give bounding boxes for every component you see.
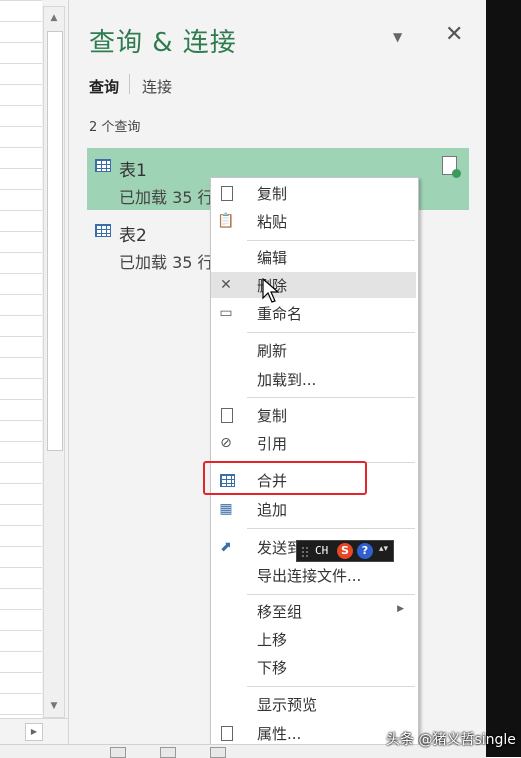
- menu-item-delete[interactable]: ✕ 删除: [211, 272, 416, 298]
- menu-item-move-up[interactable]: 上移: [211, 626, 416, 652]
- worksheet-grid[interactable]: [0, 0, 43, 718]
- menu-separator: [247, 240, 415, 241]
- menu-item-label: 加载到...: [257, 371, 317, 389]
- menu-item-reference[interactable]: ⊘ 引用: [211, 430, 416, 456]
- menu-item-label: 下移: [257, 659, 288, 677]
- menu-item-label: 导出连接文件...: [257, 567, 362, 585]
- menu-item-label: 移至组: [257, 603, 303, 621]
- query-count: 2 个查询: [89, 120, 141, 135]
- rename-icon: ▭: [219, 305, 233, 321]
- menu-item-show-preview[interactable]: 显示预览: [211, 691, 416, 717]
- ime-toolbar[interactable]: CH S ? ▴▾: [296, 540, 394, 562]
- menu-item-label: 复制: [257, 185, 288, 203]
- pane-title: 查询 & 连接: [89, 28, 237, 58]
- reference-icon: ⊘: [220, 435, 232, 451]
- menu-item-label: 引用: [257, 435, 288, 453]
- menu-separator: [247, 397, 415, 398]
- vertical-scrollbar[interactable]: ▲ ▼: [43, 6, 65, 718]
- delete-icon: ✕: [220, 277, 232, 293]
- menu-item-rename[interactable]: ▭ 重命名: [211, 300, 416, 326]
- properties-icon: [221, 726, 233, 741]
- menu-item-label: 编辑: [257, 249, 288, 267]
- page-break-icon[interactable]: [210, 747, 226, 758]
- pane-options-chevron-down-icon[interactable]: ▼: [393, 30, 402, 44]
- copy-icon: [221, 186, 233, 201]
- append-icon: ▦: [219, 501, 233, 517]
- mouse-cursor-icon: [262, 278, 280, 303]
- table-icon: [95, 224, 111, 237]
- menu-item-label: 重命名: [257, 305, 303, 323]
- table-icon: [95, 159, 111, 172]
- send-icon: ⬈: [220, 539, 232, 555]
- duplicate-icon: [221, 408, 233, 423]
- menu-item-edit[interactable]: 编辑: [211, 244, 416, 270]
- scroll-down-icon[interactable]: ▼: [47, 699, 61, 713]
- query-name: 表2: [119, 226, 147, 246]
- menu-item-duplicate[interactable]: 复制: [211, 402, 416, 428]
- menu-separator: [247, 528, 415, 529]
- scroll-up-icon[interactable]: ▲: [47, 11, 61, 25]
- menu-item-label: 上移: [257, 631, 288, 649]
- menu-item-paste[interactable]: 📋 粘贴: [211, 208, 416, 234]
- sogou-icon[interactable]: S: [337, 543, 353, 559]
- menu-item-label: 显示预览: [257, 696, 318, 714]
- menu-item-append[interactable]: ▦ 追加: [211, 496, 416, 522]
- menu-item-label: 属性...: [257, 725, 302, 743]
- horizontal-scrollbar[interactable]: ▶: [0, 718, 68, 745]
- query-status: 已加载 35 行: [119, 253, 214, 272]
- tab-queries[interactable]: 查询: [89, 76, 119, 97]
- scroll-right-icon[interactable]: ▶: [25, 723, 43, 741]
- menu-separator: [247, 686, 415, 687]
- page-layout-icon[interactable]: [160, 747, 176, 758]
- highlight-box: [203, 461, 367, 495]
- menu-item-label: 追加: [257, 501, 288, 519]
- menu-item-move-down[interactable]: 下移: [211, 654, 416, 680]
- menu-item-load-to[interactable]: 加载到...: [211, 366, 416, 392]
- ime-language[interactable]: CH: [315, 544, 328, 557]
- tab-divider: [129, 74, 130, 94]
- menu-separator: [247, 332, 415, 333]
- submenu-arrow-icon: ▶: [397, 604, 404, 614]
- menu-item-label: 刷新: [257, 342, 288, 360]
- window-frame: [486, 0, 521, 757]
- tab-connections[interactable]: 连接: [142, 76, 172, 97]
- paste-icon: 📋: [217, 213, 235, 229]
- refresh-file-icon[interactable]: [442, 156, 461, 178]
- query-name: 表1: [119, 161, 147, 181]
- menu-item-copy[interactable]: 复制: [211, 180, 416, 206]
- help-icon[interactable]: ?: [357, 543, 373, 559]
- scroll-thumb[interactable]: [47, 31, 63, 451]
- drag-handle-icon[interactable]: [301, 546, 309, 558]
- query-status: 已加载 35 行: [119, 188, 214, 207]
- pane-close-icon[interactable]: ✕: [445, 22, 463, 47]
- menu-item-label: 粘贴: [257, 213, 288, 231]
- menu-item-label: 复制: [257, 407, 288, 425]
- menu-item-refresh[interactable]: 刷新: [211, 337, 416, 363]
- menu-separator: [247, 594, 415, 595]
- ime-menu-icon[interactable]: ▴▾: [379, 544, 388, 554]
- menu-item-export-connection[interactable]: 导出连接文件...: [211, 562, 416, 588]
- menu-item-move-to-group[interactable]: 移至组 ▶: [211, 598, 416, 624]
- watermark: 头条 @猪义哲single: [386, 732, 516, 748]
- normal-view-icon[interactable]: [110, 747, 126, 758]
